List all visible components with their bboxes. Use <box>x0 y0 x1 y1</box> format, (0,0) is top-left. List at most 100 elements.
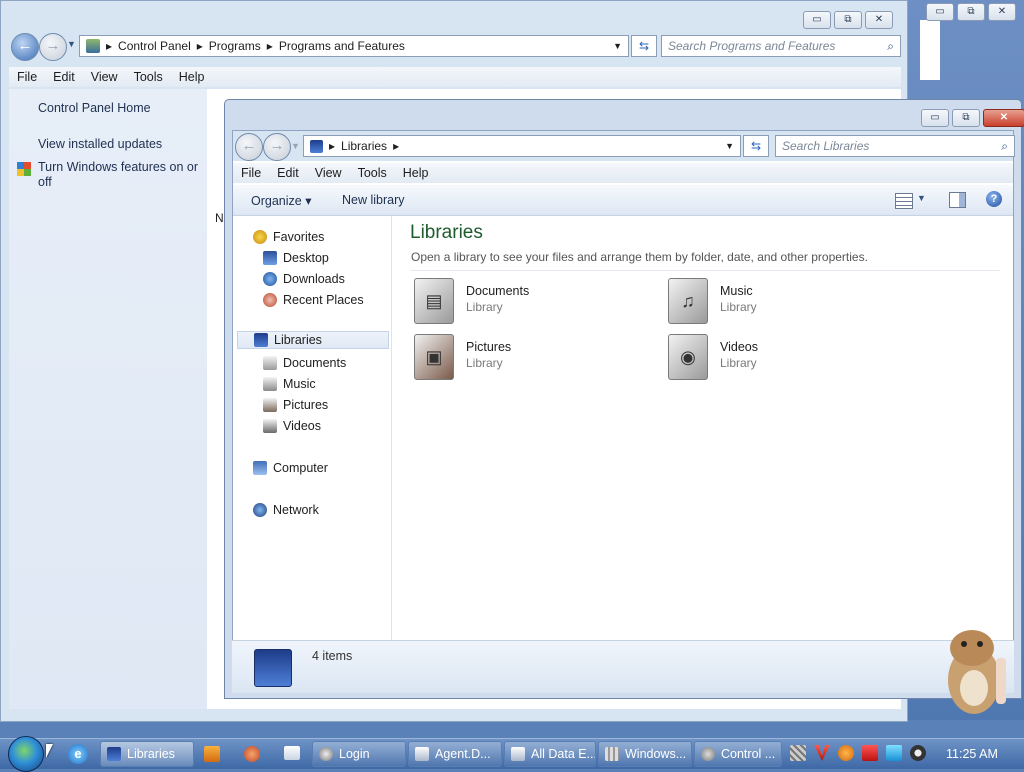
tree-downloads[interactable]: Downloads <box>263 270 345 288</box>
tray-antivirus-icon[interactable] <box>814 745 830 761</box>
lib-menu-file[interactable]: File <box>233 166 269 180</box>
lib-recent-pages-icon[interactable]: ▼ <box>291 141 300 151</box>
back-button[interactable]: ← <box>11 33 39 61</box>
tree-label: Network <box>273 503 319 517</box>
library-tile-pictures[interactable]: ▣ Pictures Library <box>414 334 654 382</box>
libraries-client-area: ← → ▼ ▸ Libraries ▸ ▼ ⇆ Search Libraries… <box>232 130 1015 692</box>
tree-pictures[interactable]: Pictures <box>263 396 328 414</box>
tray-volume-icon[interactable] <box>910 745 926 761</box>
tile-name: Music <box>720 284 753 298</box>
tree-libraries[interactable]: Libraries <box>237 331 389 349</box>
taskbar: e Libraries Login Agent.D... All Data E.… <box>0 736 1024 772</box>
documents-library-icon: ▤ <box>414 278 454 324</box>
lib-minimize-button[interactable]: ▭ <box>921 109 949 127</box>
navigation-pane: Favorites Desktop Downloads Recent Place… <box>233 216 392 670</box>
pictures-icon <box>263 398 277 412</box>
paint-icon[interactable] <box>244 746 260 762</box>
new-library-button[interactable]: New library <box>342 193 405 207</box>
taskbar-label: All Data E... <box>531 747 596 761</box>
taskbar-button-all-data[interactable]: All Data E... <box>504 741 596 767</box>
tree-videos[interactable]: Videos <box>263 417 321 435</box>
tray-flag-icon[interactable] <box>862 745 878 761</box>
breadcrumb-programs[interactable]: Programs <box>209 39 261 53</box>
library-tile-documents[interactable]: ▤ Documents Library <box>414 278 654 326</box>
breadcrumb-control-panel[interactable]: Control Panel <box>118 39 191 53</box>
organize-button[interactable]: Organize ▾ <box>251 193 311 208</box>
address-dropdown-icon[interactable]: ▼ <box>613 41 622 51</box>
cp-menu-help[interactable]: Help <box>171 70 213 84</box>
desktop-gadget-hamster <box>938 618 1018 718</box>
search-icon[interactable]: ⌕ <box>1001 139 1008 154</box>
breadcrumb-libraries[interactable]: Libraries <box>341 139 387 153</box>
turn-windows-features-link[interactable]: Turn Windows features on or off <box>38 160 203 190</box>
taskbar-button-login[interactable]: Login <box>312 741 406 767</box>
tree-desktop[interactable]: Desktop <box>263 249 329 267</box>
page-title: Libraries <box>410 222 483 243</box>
cp-menu-view[interactable]: View <box>83 70 126 84</box>
lib-address-bar[interactable]: ▸ Libraries ▸ ▼ <box>303 135 741 157</box>
library-tile-videos[interactable]: ◉ Videos Library <box>668 334 908 382</box>
help-icon[interactable]: ? <box>986 191 1002 207</box>
lib-menu-tools[interactable]: Tools <box>350 166 395 180</box>
internet-explorer-icon[interactable]: e <box>68 744 88 764</box>
media-player-icon[interactable] <box>204 746 220 762</box>
recent-pages-dropdown-icon[interactable]: ▼ <box>67 39 76 49</box>
tray-network-icon[interactable] <box>886 745 902 761</box>
breadcrumb-separator-icon: ▸ <box>393 139 400 153</box>
cp-menu-tools[interactable]: Tools <box>126 70 171 84</box>
change-view-icon[interactable] <box>895 193 913 209</box>
column-header-name[interactable]: N <box>215 211 224 225</box>
tree-network[interactable]: Network <box>253 501 319 519</box>
tray-settings-icon[interactable] <box>790 745 806 761</box>
lib-back-button[interactable]: ← <box>235 133 263 161</box>
breadcrumb-programs-and-features[interactable]: Programs and Features <box>279 39 405 53</box>
lib-refresh-icon[interactable]: ⇆ <box>743 135 769 157</box>
lib-menu-help[interactable]: Help <box>395 166 437 180</box>
desktop-window-fragment <box>920 20 940 80</box>
explorer-icon[interactable] <box>284 746 300 760</box>
forward-button[interactable]: → <box>39 33 67 61</box>
close-button[interactable]: ✕ <box>988 3 1016 21</box>
refresh-icon[interactable]: ⇆ <box>631 35 657 57</box>
restore-button[interactable]: ⧉ <box>957 3 985 21</box>
start-button[interactable] <box>8 736 44 772</box>
clock[interactable]: 11:25 AM <box>946 747 998 761</box>
tree-documents[interactable]: Documents <box>263 354 346 372</box>
tree-favorites[interactable]: Favorites <box>253 228 324 246</box>
taskbar-button-control-panel[interactable]: Control ... <box>694 741 782 767</box>
tree-recent-places[interactable]: Recent Places <box>263 291 364 309</box>
view-installed-updates-link[interactable]: View installed updates <box>38 137 162 151</box>
taskbar-label: Windows... <box>625 747 687 761</box>
taskbar-button-libraries[interactable]: Libraries <box>100 741 194 767</box>
lib-close-button[interactable]: ✕ <box>983 109 1024 127</box>
cp-close-button[interactable]: ✕ <box>865 11 893 29</box>
lib-maximize-button[interactable]: ⧉ <box>952 109 980 127</box>
tile-name: Pictures <box>466 340 512 354</box>
view-options-dropdown-icon[interactable]: ▼ <box>917 193 926 203</box>
cp-menu-file[interactable]: File <box>9 70 45 84</box>
taskbar-button-agent[interactable]: Agent.D... <box>408 741 502 767</box>
tile-name: Documents <box>466 284 530 298</box>
lib-menu-edit[interactable]: Edit <box>269 166 307 180</box>
minimize-button[interactable]: ▭ <box>926 3 954 21</box>
tree-computer[interactable]: Computer <box>253 459 328 477</box>
preview-pane-icon[interactable] <box>949 192 966 208</box>
control-panel-home-link[interactable]: Control Panel Home <box>38 101 151 115</box>
cp-address-bar[interactable]: ▸ Control Panel ▸ Programs ▸ Programs an… <box>79 35 629 57</box>
cp-menu-edit[interactable]: Edit <box>45 70 83 84</box>
tray-search-icon[interactable] <box>838 745 854 761</box>
tile-type: Library <box>466 356 503 370</box>
tree-label: Downloads <box>283 272 345 286</box>
cp-maximize-button[interactable]: ⧉ <box>834 11 862 29</box>
cp-minimize-button[interactable]: ▭ <box>803 11 831 29</box>
taskbar-button-windows[interactable]: Windows... <box>598 741 692 767</box>
tree-music[interactable]: Music <box>263 375 316 393</box>
lib-forward-button[interactable]: → <box>263 133 291 161</box>
search-icon[interactable]: ⌕ <box>887 39 894 54</box>
library-tile-music[interactable]: ♫ Music Library <box>668 278 908 326</box>
taskbar-label: Agent.D... <box>435 747 491 761</box>
lib-menu-view[interactable]: View <box>307 166 350 180</box>
cp-search-input[interactable]: Search Programs and Features ⌕ <box>661 35 901 57</box>
lib-address-dropdown-icon[interactable]: ▼ <box>725 141 734 151</box>
lib-search-input[interactable]: Search Libraries ⌕ <box>775 135 1015 157</box>
